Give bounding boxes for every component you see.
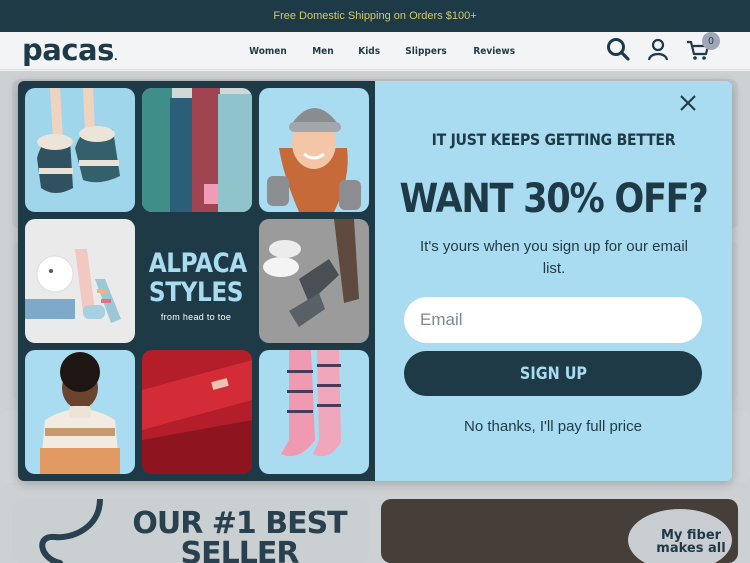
collage-subtitle: from head to toe [160, 312, 232, 322]
announcement-bar: Free Domestic Shipping on Orders $100+ [0, 0, 750, 32]
nav-kids[interactable]: Kids [358, 46, 380, 57]
cart-count-badge: 0 [702, 32, 720, 50]
knee-socks-image [259, 350, 369, 474]
nav-women[interactable]: Women [249, 46, 287, 57]
close-icon[interactable] [676, 91, 700, 115]
main-nav: Women Men Kids Slippers Reviews [236, 32, 528, 70]
collage-title-block: ALPACA STYLES from head to toe [141, 249, 251, 322]
announcement-text: Free Domestic Shipping on Orders $100+ [273, 10, 477, 22]
modal-kicker: IT JUST KEEPS GETTING BETTER [431, 130, 676, 149]
signup-button[interactable]: SIGN UP [404, 351, 702, 396]
site-header: pacas. Women Men Kids Slippers Reviews [0, 32, 750, 70]
email-field[interactable] [404, 297, 702, 343]
collage-title: ALPACA STYLES [148, 248, 247, 308]
decline-link[interactable]: No thanks, I'll pay full price [404, 418, 702, 435]
nav-slippers[interactable]: Slippers [405, 46, 446, 57]
account-icon[interactable] [644, 36, 672, 64]
red-scarf-image [142, 350, 252, 474]
cardigans-image [142, 88, 252, 212]
nav-men[interactable]: Men [312, 46, 333, 57]
sweater-woman-image [25, 350, 135, 474]
modal-subtext: It's yours when you sign up for our emai… [420, 238, 688, 277]
sneakers-socks-image [259, 219, 369, 343]
modal-headline: WANT 30% OFF? [399, 176, 708, 222]
logo[interactable]: pacas. [22, 33, 118, 67]
hat-woman-image [259, 88, 369, 212]
nav-reviews[interactable]: Reviews [473, 46, 515, 57]
kids-socks-image [25, 219, 135, 343]
collage-panel: ALPACA STYLES from head to toe [18, 81, 375, 481]
search-icon[interactable] [604, 36, 632, 64]
slippers-image [25, 88, 135, 212]
